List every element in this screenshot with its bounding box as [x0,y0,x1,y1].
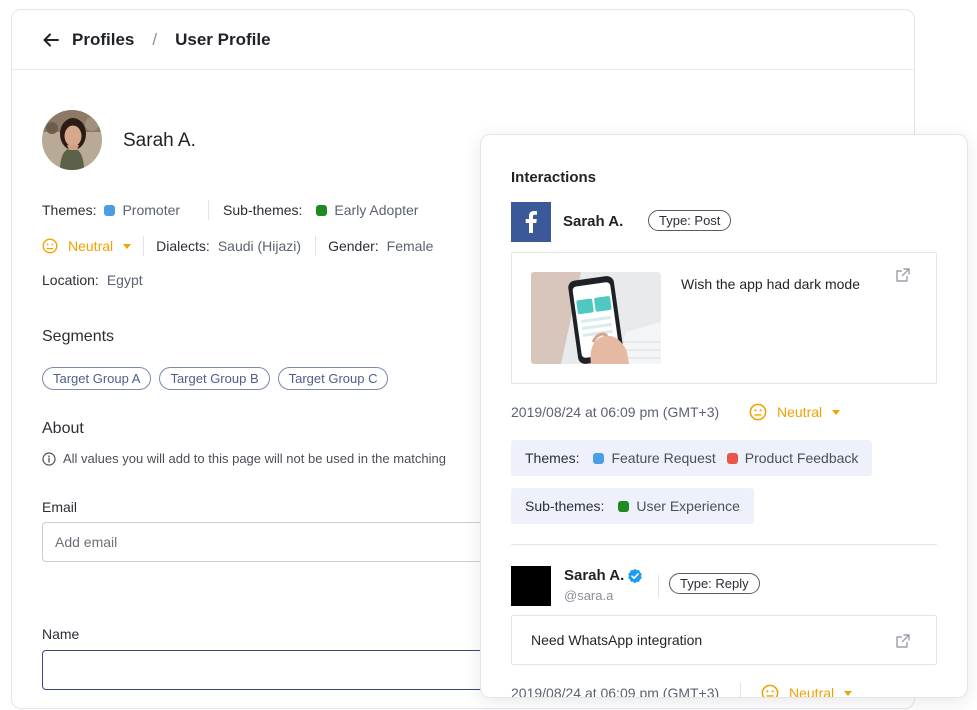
post-themes: Themes: Feature Request Product Feedback [511,440,873,476]
type-tag: Type: Post [648,210,732,231]
location-label: Location: [42,272,99,288]
profile-name: Sarah A. [123,130,196,151]
segments-list: Target Group A Target Group B Target Gro… [42,367,389,390]
breadcrumb: Profiles / User Profile [12,10,914,70]
subtheme-value: Early Adopter [334,202,419,218]
neutral-face-icon [42,238,58,254]
post-text: Need WhatsApp integration [531,632,703,648]
sentiment-dropdown[interactable]: Neutral [42,238,132,254]
gender-value: Female [386,238,434,254]
subthemes-label: Sub-themes: [223,202,303,218]
post-handle: @sara.a [564,588,614,603]
about-note: All values you will add to this page wil… [42,451,446,466]
interactions-panel: Interactions Sarah A. Type: Post Wish th… [480,134,968,698]
location-row: Location: Egypt [42,272,143,288]
post-card[interactable]: Wish the app had dark mode [511,252,937,384]
segments-title: Segments [42,328,115,345]
post-subthemes: Sub-themes: User Experience [511,488,754,524]
neutral-face-icon [761,684,779,697]
interactions-title: Interactions [511,169,597,186]
post-timestamp: 2019/08/24 at 06:09 pm (GMT+3) [511,404,720,420]
post-card[interactable]: Need WhatsApp integration [511,615,937,665]
sentiment-dropdown[interactable]: Neutral [761,684,853,698]
divider [315,236,317,256]
theme-value: Promoter [122,202,181,218]
theme-chip-label: Product Feedback [744,450,859,466]
external-link-icon[interactable] [895,267,911,283]
subtheme-color-dot [316,204,328,216]
type-tag: Type: Reply [669,573,760,594]
avatar [511,566,551,606]
divider [511,544,937,545]
sentiment-value: Neutral [777,404,823,420]
breadcrumb-current: User Profile [175,29,271,49]
post-author: Sarah A. [564,567,643,584]
chevron-down-icon [832,409,841,415]
sentiment-value: Neutral [789,685,835,698]
subtheme-color-dot [618,500,630,512]
theme-color-dot [593,452,605,464]
segment-pill[interactable]: Target Group A [42,367,152,390]
verified-badge-icon [628,568,643,583]
divider [208,200,210,220]
post-timestamp: 2019/08/24 at 06:09 pm (GMT+3) [511,685,720,698]
email-input[interactable] [42,522,512,562]
chevron-down-icon [844,690,853,696]
post-author-name: Sarah A. [564,567,625,584]
chevron-down-icon [123,243,132,249]
name-input[interactable] [42,650,512,690]
breadcrumb-profiles-link[interactable]: Profiles [72,30,134,50]
theme-chip: Product Feedback [726,450,859,466]
themes-row: Themes: Promoter Sub-themes: Early Adopt… [42,200,418,220]
subtheme-chip: User Experience [618,498,740,514]
about-note-text: All values you will add to this page wil… [63,451,446,466]
breadcrumb-separator: / [152,29,158,49]
external-link-icon[interactable] [895,633,911,649]
attributes-row: Neutral Dialects: Saudi (Hijazi) Gender:… [42,236,433,256]
theme-chip: Feature Request [593,450,716,466]
sentiment-value: Neutral [68,238,114,254]
facebook-icon [511,202,551,242]
dialect-value: Saudi (Hijazi) [217,238,302,254]
location-value: Egypt [106,272,143,288]
neutral-face-icon [749,403,767,421]
about-title: About [42,420,84,437]
gender-label: Gender: [328,238,379,254]
post-image [531,272,661,364]
dialects-label: Dialects: [156,238,210,254]
subtheme-chip-label: User Experience [636,498,740,514]
themes-label: Themes: [42,202,97,218]
post-text: Wish the app had dark mode [681,276,860,292]
themes-label: Themes: [525,450,580,466]
sentiment-dropdown[interactable]: Neutral [749,403,841,421]
info-icon [42,451,56,466]
subthemes-label: Sub-themes: [525,498,605,514]
divider [740,683,741,697]
segment-pill[interactable]: Target Group B [159,367,270,390]
post-author: Sarah A. [563,213,624,230]
theme-color-dot [104,204,116,216]
segment-pill[interactable]: Target Group C [277,367,389,390]
back-arrow-icon[interactable] [42,31,60,49]
divider [658,575,659,597]
email-label: Email [42,499,78,515]
theme-chip-label: Feature Request [611,450,716,466]
avatar [42,110,102,170]
divider [143,236,145,256]
theme-color-dot [726,452,738,464]
name-label: Name [42,626,80,642]
